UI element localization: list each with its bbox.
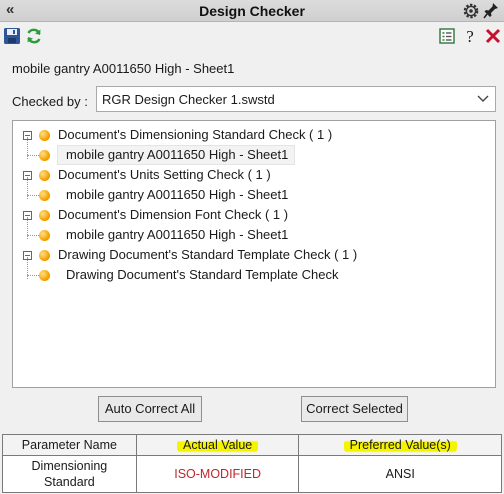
warning-dot-icon xyxy=(39,150,50,161)
tree-subitem-label: mobile gantry A0011650 High - Sheet1 xyxy=(66,147,289,162)
warning-dot-icon xyxy=(39,250,50,261)
tree-subitem-label: mobile gantry A0011650 High - Sheet1 xyxy=(66,187,289,202)
close-icon[interactable] xyxy=(484,27,502,45)
warning-dot-icon xyxy=(39,270,50,281)
tree-item-units-setting[interactable]: Document's Units Setting Check ( 1 ) xyxy=(13,165,493,185)
tree-item-dimensioning-standard[interactable]: Document's Dimensioning Standard Check (… xyxy=(13,125,493,145)
tree-item-label: Document's Units Setting Check ( 1 ) xyxy=(58,167,271,182)
warning-dot-icon xyxy=(39,130,50,141)
tree-subitem-label: Drawing Document's Standard Template Che… xyxy=(66,267,339,282)
refresh-icon[interactable] xyxy=(25,27,43,45)
gear-icon[interactable] xyxy=(462,2,480,20)
window-title: Design Checker xyxy=(199,3,305,19)
tree-item-dimension-font[interactable]: Document's Dimension Font Check ( 1 ) xyxy=(13,205,493,225)
auto-correct-all-button[interactable]: Auto Correct All xyxy=(98,396,202,422)
cell-text: Standard xyxy=(44,475,95,489)
warning-dot-icon xyxy=(39,210,50,221)
table-header-row: Parameter Name Actual Value Preferred Va… xyxy=(2,434,502,456)
tree-subitem[interactable]: mobile gantry A0011650 High - Sheet1 xyxy=(13,185,493,205)
svg-text:?: ? xyxy=(466,27,474,45)
tree-item-label: Drawing Document's Standard Template Che… xyxy=(58,247,358,262)
parameter-name-cell: Dimensioning Standard xyxy=(2,455,137,493)
checked-by-dropdown[interactable]: RGR Design Checker 1.swstd xyxy=(96,86,496,112)
tree-subitem[interactable]: mobile gantry A0011650 High - Sheet1 xyxy=(13,145,493,165)
tree-item-standard-template[interactable]: Drawing Document's Standard Template Che… xyxy=(13,245,493,265)
column-header-preferred-values: Preferred Value(s) xyxy=(298,434,502,456)
correct-selected-button[interactable]: Correct Selected xyxy=(301,396,408,422)
table-row[interactable]: Dimensioning Standard ISO-MODIFIED ANSI xyxy=(2,455,502,493)
tree-subitem-label: mobile gantry A0011650 High - Sheet1 xyxy=(66,227,289,242)
cell-text: Dimensioning xyxy=(31,459,108,473)
tree-subitem[interactable]: Drawing Document's Standard Template Che… xyxy=(13,265,493,285)
check-results-tree[interactable]: Document's Dimensioning Standard Check (… xyxy=(12,120,496,388)
report-icon[interactable] xyxy=(438,27,456,45)
warning-dot-icon xyxy=(39,190,50,201)
help-icon[interactable]: ? xyxy=(461,27,479,45)
cell-text: ISO-MODIFIED xyxy=(174,467,262,481)
preferred-value-cell: ANSI xyxy=(298,455,502,493)
column-header-actual-value: Actual Value xyxy=(135,434,300,456)
pin-icon[interactable] xyxy=(483,2,499,20)
checked-by-value: RGR Design Checker 1.swstd xyxy=(102,92,275,107)
header-label: Actual Value xyxy=(176,438,259,454)
save-icon[interactable] xyxy=(3,27,21,45)
column-header-parameter-name: Parameter Name xyxy=(2,434,137,456)
tree-subitem[interactable]: mobile gantry A0011650 High - Sheet1 xyxy=(13,225,493,245)
actual-value-cell: ISO-MODIFIED xyxy=(135,455,300,493)
document-title: mobile gantry A0011650 High - Sheet1 xyxy=(12,61,235,76)
cell-text: ANSI xyxy=(385,467,415,481)
results-table: Parameter Name Actual Value Preferred Va… xyxy=(2,434,502,493)
tree-item-label: Document's Dimension Font Check ( 1 ) xyxy=(58,207,289,222)
tree-item-label: Document's Dimensioning Standard Check (… xyxy=(58,127,333,142)
chevron-down-icon xyxy=(477,95,489,102)
warning-dot-icon xyxy=(39,230,50,241)
header-label: Parameter Name xyxy=(21,438,117,452)
checked-by-label: Checked by : xyxy=(12,94,88,109)
header-label: Preferred Value(s) xyxy=(343,438,457,454)
warning-dot-icon xyxy=(39,170,50,181)
